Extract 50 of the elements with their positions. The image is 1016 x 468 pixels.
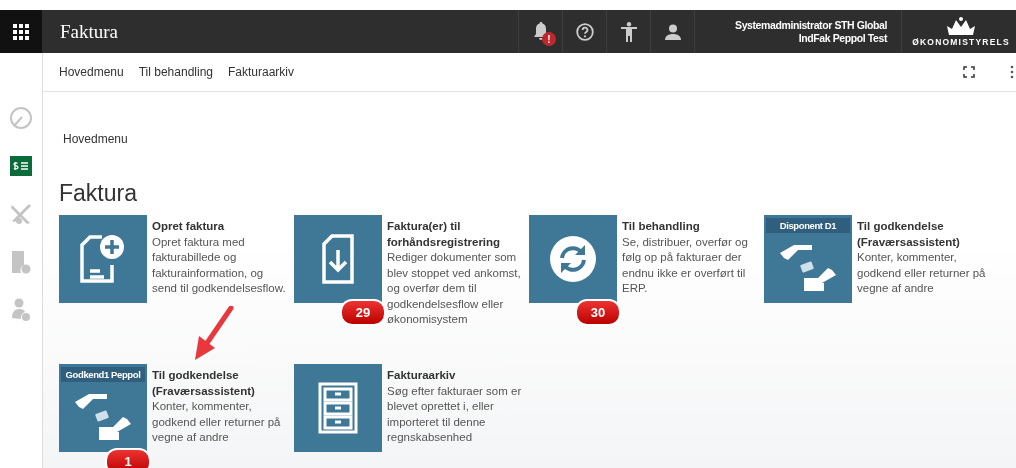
tools-icon bbox=[9, 202, 33, 226]
tile-button[interactable] bbox=[294, 215, 382, 303]
nav-link[interactable]: Fakturaarkiv bbox=[228, 65, 295, 79]
notification-badge: ! bbox=[542, 32, 557, 46]
tile-title[interactable]: Fakturaarkiv bbox=[387, 368, 525, 384]
tile-button[interactable] bbox=[529, 215, 617, 303]
more-icon[interactable] bbox=[1010, 65, 1014, 79]
tile-title[interactable]: Til godkendelse (Fraværsassistent) bbox=[857, 219, 995, 250]
tile-title[interactable]: Til behandling bbox=[622, 219, 760, 235]
tile-description: Konter, kommenter, godkend eller returner på vegne af andre bbox=[857, 250, 987, 296]
invoice-icon bbox=[11, 159, 31, 173]
tile-tag: Disponent D1 bbox=[766, 218, 850, 233]
count-badge: 30 bbox=[575, 299, 621, 326]
document-download-icon bbox=[320, 234, 356, 284]
user-organization: IndFak Peppol Test bbox=[798, 31, 887, 45]
page-heading: Faktura bbox=[59, 180, 138, 207]
document-icon bbox=[10, 250, 32, 274]
app-launcher-icon[interactable] bbox=[0, 10, 42, 53]
notification-button[interactable]: ! bbox=[518, 10, 563, 53]
nav-link[interactable]: Til behandling bbox=[138, 65, 213, 79]
nav-link[interactable]: Hovedmenu bbox=[59, 65, 124, 79]
user-icon bbox=[664, 23, 681, 40]
tile-button[interactable]: Disponent D1 bbox=[764, 215, 852, 303]
count-badge: 29 bbox=[340, 299, 386, 326]
file-cabinet-icon bbox=[318, 382, 358, 434]
count-badge: 1 bbox=[105, 448, 151, 468]
arrow-drawing bbox=[193, 306, 237, 362]
tile-description: Rediger dokumenter som blev stoppet ved ankomst, og overfør dem til godkendelsesflow eller økonomisystem bbox=[387, 250, 522, 327]
accessibility-icon bbox=[620, 21, 637, 42]
tile-description: Konter, kommenter, godkend eller returner på vegne af andre bbox=[152, 399, 282, 445]
help-icon bbox=[575, 22, 594, 41]
user-name: Systemadministrator STH Global bbox=[735, 18, 887, 32]
tile-button[interactable]: Godkend1 Peppol bbox=[59, 364, 147, 452]
tile-title[interactable]: Til godkendelse (Fraværsassistent) bbox=[152, 368, 290, 399]
app-title: Faktura bbox=[60, 20, 119, 43]
gauge-icon bbox=[9, 106, 33, 130]
tile-description: Se, distribuer, overfør og følg op på fakturaer der endnu ikke er overført til ERP. bbox=[622, 234, 749, 296]
sync-icon bbox=[550, 236, 596, 282]
tile-title[interactable]: Faktura(er) til forhåndsregistrering bbox=[387, 219, 525, 250]
person-icon bbox=[9, 298, 33, 322]
sidebar-item[interactable] bbox=[10, 156, 32, 176]
tile-button[interactable] bbox=[59, 215, 147, 303]
tile-description: Opret faktura med fakturabillede og fakturainformation, og send til godkendelsesflow. bbox=[152, 234, 287, 296]
tile-description: Søg efter fakturaer som er blevet oprettet i, eller importeret til denne regnskabsenhed bbox=[387, 383, 523, 445]
tile-tag: Godkend1 Peppol bbox=[61, 367, 145, 382]
breadcrumb: Hovedmenu bbox=[63, 132, 129, 146]
fullscreen-icon[interactable] bbox=[963, 66, 975, 78]
tile-title[interactable]: Opret faktura bbox=[152, 219, 290, 235]
tile-button[interactable] bbox=[294, 364, 382, 452]
logo: ØKONOMISTYRELS bbox=[901, 10, 1016, 53]
